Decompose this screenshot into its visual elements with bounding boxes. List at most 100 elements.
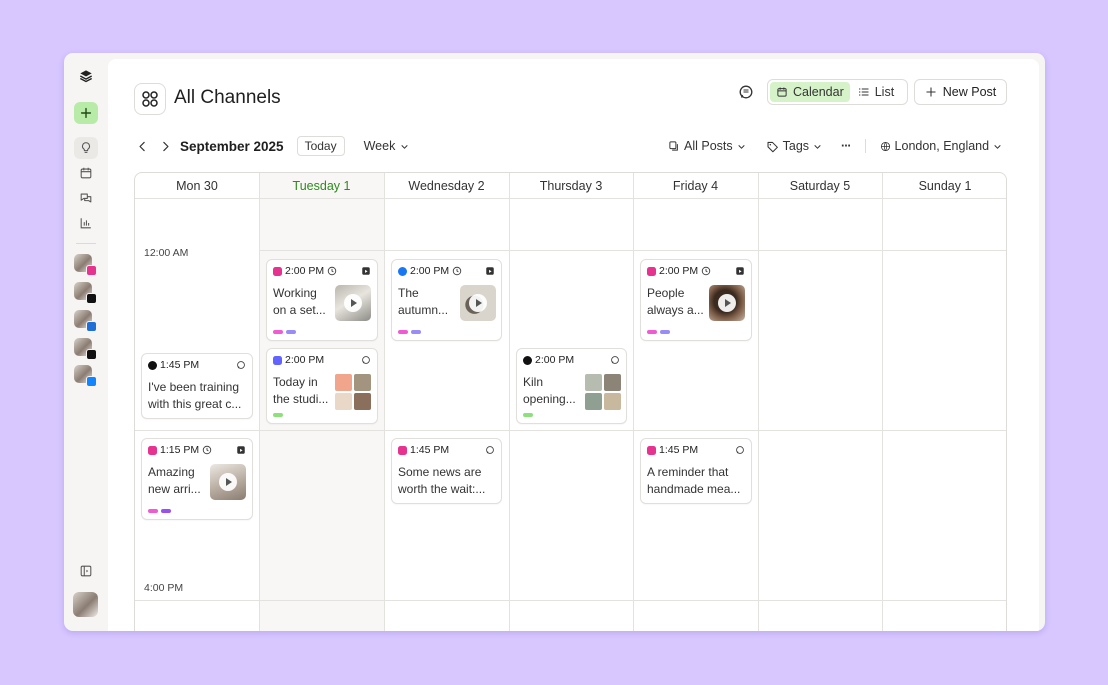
comment-icon [736, 446, 744, 454]
layers-icon[interactable] [74, 65, 98, 87]
filter-toolbar: All Posts Tags ··· London, England [668, 135, 1002, 157]
post-time: 1:45 PM [148, 359, 199, 371]
comments-nav-button[interactable] [74, 187, 98, 209]
hour-line [135, 600, 1006, 601]
chat-icon [80, 193, 92, 203]
user-avatar[interactable] [73, 592, 98, 617]
account-x[interactable] [74, 338, 97, 360]
account-instagram[interactable] [74, 254, 97, 276]
account-bluesky[interactable] [74, 365, 97, 387]
tag-pink [148, 509, 158, 513]
day-header-thu: Thursday 3 [509, 173, 633, 199]
chevron-right-icon[interactable] [159, 140, 172, 153]
post-thumbnail-grid [335, 374, 371, 410]
grid-circles-icon [142, 91, 158, 107]
post-preview: The autumn... [398, 285, 456, 319]
comment-icon[interactable] [738, 84, 754, 100]
clock-icon [202, 445, 212, 455]
collapse-sidebar-button[interactable] [74, 560, 98, 582]
view-switcher: Calendar List [767, 79, 908, 105]
clock-icon [452, 266, 462, 276]
post-preview-line: worth the wait:... [398, 482, 486, 496]
post-card[interactable]: 2:00 PM The autumn... [391, 259, 502, 341]
chevron-down-icon [814, 144, 821, 149]
day-header-fri: Friday 4 [633, 173, 758, 199]
copy-icon [669, 141, 678, 151]
today-button[interactable]: Today [296, 136, 345, 156]
calendar-nav-button[interactable] [74, 162, 98, 184]
post-preview-line: Kiln [523, 375, 544, 389]
instagram-icon [398, 445, 407, 455]
more-options-button[interactable]: ··· [841, 139, 851, 153]
add-button[interactable] [74, 102, 98, 124]
play-icon [344, 294, 362, 312]
day-column-sun[interactable] [882, 173, 1006, 631]
channels-logo [134, 83, 166, 115]
tags-dropdown[interactable]: Tags [766, 139, 822, 153]
post-time-label: 1:15 PM [160, 444, 200, 456]
post-card[interactable]: 2:00 PM Working on a set... [266, 259, 378, 341]
hour-line [259, 250, 1006, 251]
globe-icon [880, 141, 890, 151]
post-preview-line: A reminder that [647, 465, 729, 479]
tag-purple [411, 330, 421, 334]
post-card[interactable]: 1:45 PM A reminder that handmade mea... [640, 438, 752, 504]
calendar-view-button[interactable]: Calendar [770, 82, 850, 102]
plus-icon [80, 107, 92, 119]
post-tags [273, 413, 283, 417]
new-post-button[interactable]: New Post [914, 79, 1007, 105]
day-column-fri[interactable] [633, 173, 758, 631]
chevron-down-icon [737, 144, 745, 149]
post-preview-line: Amazing [148, 465, 195, 479]
analytics-nav-button[interactable] [74, 212, 98, 234]
post-preview-line: opening... [523, 392, 576, 406]
day-column-wed[interactable] [384, 173, 509, 631]
post-thumbnail [335, 285, 371, 321]
post-preview: Amazing new arri... [148, 464, 208, 498]
mastodon-icon [273, 355, 282, 365]
calendar-icon [777, 87, 787, 97]
post-card[interactable]: 2:00 PM Today in the studi... [266, 348, 378, 424]
post-time-label: 1:45 PM [160, 359, 200, 371]
chevron-down-icon [994, 144, 1001, 149]
account-linkedin[interactable] [74, 310, 97, 332]
day-header-mon: Mon 30 [135, 173, 259, 199]
post-time-label: 2:00 PM [285, 354, 325, 366]
post-preview: People always a... [647, 285, 707, 319]
tags-label: Tags [782, 139, 810, 153]
post-card[interactable]: 1:45 PM I've been training with this gre… [141, 353, 253, 419]
comment-icon [611, 356, 619, 364]
list-view-button[interactable]: List [852, 82, 900, 102]
post-time: 1:15 PM [148, 444, 212, 456]
chevron-down-icon [401, 144, 408, 149]
tag-purple [660, 330, 670, 334]
day-header-sat: Saturday 5 [758, 173, 882, 199]
post-preview-line: handmade mea... [647, 482, 741, 496]
post-time: 1:45 PM [647, 444, 698, 456]
ideas-nav-button[interactable] [74, 137, 98, 159]
post-preview-line: I've been training [148, 380, 240, 394]
linkedin-icon [86, 321, 97, 332]
day-column-sat[interactable] [758, 173, 882, 631]
sidebar-toggle-icon [80, 565, 92, 577]
week-dropdown[interactable]: Week [364, 139, 410, 153]
timezone-dropdown[interactable]: London, England [880, 139, 1003, 153]
post-thumbnail [210, 464, 246, 500]
all-posts-dropdown[interactable]: All Posts [668, 139, 746, 153]
bar-chart-icon [80, 218, 91, 229]
account-threads[interactable] [74, 282, 97, 304]
post-card[interactable]: 2:00 PM Kiln opening... [516, 348, 627, 424]
day-header-wed: Wednesday 2 [384, 173, 509, 199]
post-card[interactable]: 2:00 PM People always a... [640, 259, 752, 341]
post-time: 2:00 PM [523, 354, 574, 366]
post-thumbnail-grid [585, 374, 621, 410]
all-posts-label: All Posts [684, 139, 733, 153]
post-preview-line: on a set... [273, 303, 326, 317]
reel-icon [362, 267, 370, 275]
post-card[interactable]: 1:15 PM Amazing new arri... [141, 438, 253, 520]
post-card[interactable]: 1:45 PM Some news are worth the wait:... [391, 438, 502, 504]
post-tags [523, 413, 533, 417]
chevron-left-icon[interactable] [136, 140, 149, 153]
sidebar [64, 53, 108, 631]
instagram-icon [647, 445, 656, 455]
